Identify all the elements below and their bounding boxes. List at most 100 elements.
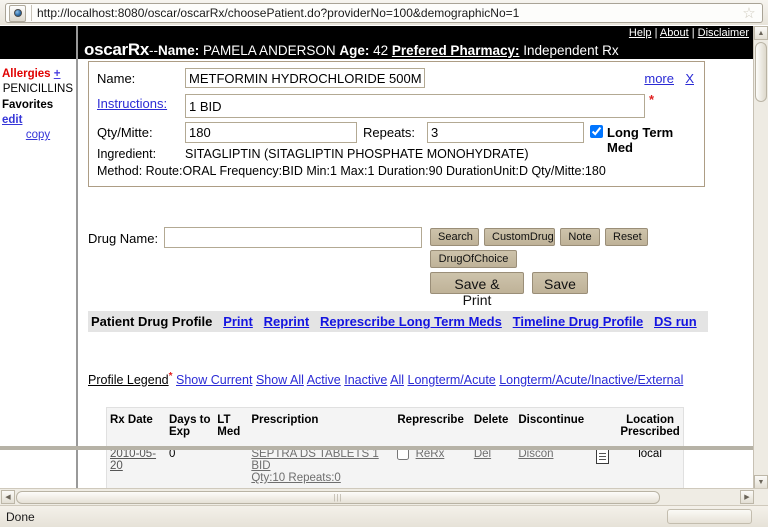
scroll-left-arrow-icon[interactable]: ◀ <box>1 490 15 504</box>
cell-note-icon <box>589 444 617 489</box>
vertical-scrollbar-thumb[interactable] <box>755 42 767 102</box>
profile-legend-link[interactable]: Profile Legend <box>88 373 169 387</box>
more-link[interactable]: more <box>644 71 674 86</box>
long-term-med-checkbox[interactable] <box>590 125 603 138</box>
browser-window: http://localhost:8080/oscar/oscarRx/choo… <box>0 0 768 527</box>
header-patient-banner: oscarRx--Name: PAMELA ANDERSON Age: 42 P… <box>84 40 619 60</box>
disclaimer-link[interactable]: Disclaimer <box>698 27 749 39</box>
drug-search-input[interactable] <box>164 227 422 248</box>
page-bottom-rule <box>0 446 753 450</box>
main-content: Name: more X Instructions: * Qty/Mitte: … <box>80 59 753 489</box>
favorites-edit-link[interactable]: edit <box>2 114 22 126</box>
scroll-up-arrow-icon[interactable]: ▲ <box>754 26 768 40</box>
horizontal-scrollbar[interactable]: ◀ ||| ▶ <box>0 488 768 505</box>
vertical-scrollbar[interactable]: ▲ ▼ <box>753 26 768 489</box>
represcribe-long-term-meds-link[interactable]: Represcribe Long Term Meds <box>320 314 502 329</box>
drug-name-input[interactable] <box>185 68 425 88</box>
filter-longterm-acute[interactable]: Longterm/Acute <box>408 373 496 387</box>
method-row: Method: Route:ORAL Frequency:BID Min:1 M… <box>97 164 696 180</box>
reprint-link[interactable]: Reprint <box>264 314 310 329</box>
ds-run-link[interactable]: DS run <box>654 314 697 329</box>
close-drug-link[interactable]: X <box>685 71 694 86</box>
col-delete: Delete <box>473 414 509 426</box>
filter-all[interactable]: All <box>390 373 404 387</box>
window-resize-grip[interactable] <box>754 513 767 526</box>
brand-separator: -- <box>149 43 158 58</box>
instructions-label-link[interactable]: Instructions: <box>97 96 167 111</box>
search-button[interactable]: Search <box>430 228 479 246</box>
patient-age-value: 42 <box>373 43 389 58</box>
timeline-drug-profile-link[interactable]: Timeline Drug Profile <box>513 314 644 329</box>
save-button[interactable]: Save <box>532 272 588 294</box>
table-header-row: Rx Date Days to Exp LT Med Prescription … <box>107 408 684 445</box>
repeats-label: Repeats: <box>363 125 416 140</box>
favorites-heading: Favorites edit <box>2 98 74 128</box>
instructions-input[interactable] <box>185 94 645 118</box>
instructions-row: Instructions: * <box>97 92 696 122</box>
patient-age-label: Age: <box>339 43 370 58</box>
filter-show-all[interactable]: Show All <box>256 373 304 387</box>
rx-date-link[interactable]: 2010-05-20 <box>110 448 156 472</box>
status-progress-area <box>667 509 752 524</box>
col-days-to-exp: Days to Exp <box>168 414 211 438</box>
cell-discontinue: Discon <box>515 444 588 489</box>
patient-name-value: PAMELA ANDERSON <box>203 43 336 58</box>
col-location-prescribed: Location Prescribed <box>620 414 680 438</box>
link-sep-2: | <box>688 27 698 39</box>
cell-prescription: SEPTRA DS TABLETS 1 BID Qty:10 Repeats:0 <box>248 444 394 489</box>
left-sidebar: Allergies + PENICILLINS Favorites edit c… <box>0 59 78 489</box>
scroll-down-arrow-icon[interactable]: ▼ <box>754 475 768 489</box>
header-links: Help | About | Disclaimer <box>629 27 749 39</box>
allergies-label: Allergies <box>2 68 51 80</box>
prescription-link-line1[interactable]: SEPTRA DS TABLETS 1 BID <box>251 448 378 472</box>
drug-entry-box: Name: more X Instructions: * Qty/Mitte: … <box>88 61 705 187</box>
col-rx-date: Rx Date <box>110 414 153 426</box>
patient-name-label: Name: <box>158 43 200 58</box>
table-row: 2010-05-20 0 SEPTRA DS TABLETS 1 BID Qty… <box>107 444 684 489</box>
filter-active[interactable]: Active <box>307 373 341 387</box>
scroll-right-arrow-icon[interactable]: ▶ <box>740 490 754 504</box>
patient-drug-profile-title: Patient Drug Profile <box>91 314 213 329</box>
custom-drug-button[interactable]: CustomDrug <box>484 228 555 246</box>
filter-show-current[interactable]: Show Current <box>176 373 252 387</box>
ingredient-label: Ingredient: <box>97 147 157 161</box>
qty-input[interactable] <box>185 122 357 143</box>
reset-button[interactable]: Reset <box>605 228 648 246</box>
cell-location: local <box>638 448 662 460</box>
url-divider <box>31 5 32 21</box>
allergies-heading: Allergies + <box>2 67 74 82</box>
preferred-pharmacy-label[interactable]: Prefered Pharmacy: <box>392 43 520 58</box>
profile-legend-marker: * <box>168 371 173 382</box>
profile-legend-row: Profile Legend* Show Current Show All Ac… <box>88 369 713 388</box>
about-link[interactable]: About <box>660 27 689 39</box>
favorites-copy-link[interactable]: copy <box>26 129 50 141</box>
horizontal-scrollbar-thumb[interactable]: ||| <box>16 491 660 504</box>
notepad-icon[interactable] <box>596 447 610 464</box>
drug-name-row: Name: more X <box>97 68 696 94</box>
preferred-pharmacy-value: Independent Rx <box>523 43 619 58</box>
cell-days-to-exp: 0 <box>168 448 176 460</box>
add-allergy-link[interactable]: + <box>54 68 61 80</box>
url-text: http://localhost:8080/oscar/oscarRx/choo… <box>37 6 520 20</box>
save-and-print-button[interactable]: Save & Print <box>430 272 524 308</box>
cell-rx-date: 2010-05-20 <box>107 444 166 489</box>
print-link[interactable]: Print <box>223 314 253 329</box>
bookmark-star-icon[interactable]: ☆ <box>741 5 757 21</box>
url-input[interactable]: http://localhost:8080/oscar/oscarRx/choo… <box>5 3 763 23</box>
method-text: Method: Route:ORAL Frequency:BID Min:1 M… <box>97 164 606 178</box>
repeats-input[interactable] <box>427 122 584 143</box>
help-link[interactable]: Help <box>629 27 652 39</box>
drug-of-choice-button[interactable]: DrugOfChoice <box>430 250 517 268</box>
col-note <box>589 408 617 445</box>
filter-longterm-acute-inactive-external[interactable]: Longterm/Acute/Inactive/External <box>499 373 683 387</box>
link-sep-1: | <box>651 27 660 39</box>
col-represcribe: Represcribe <box>397 414 464 426</box>
filter-inactive[interactable]: Inactive <box>344 373 387 387</box>
prescription-link-line2[interactable]: Qty:10 Repeats:0 <box>251 472 341 484</box>
note-button[interactable]: Note <box>560 228 600 246</box>
status-text: Done <box>6 509 35 524</box>
favorites-label: Favorites <box>2 99 54 111</box>
instructions-required-marker: * <box>649 92 655 107</box>
favorites-copy-row: copy <box>2 128 74 143</box>
app-header-left-block <box>0 26 78 59</box>
